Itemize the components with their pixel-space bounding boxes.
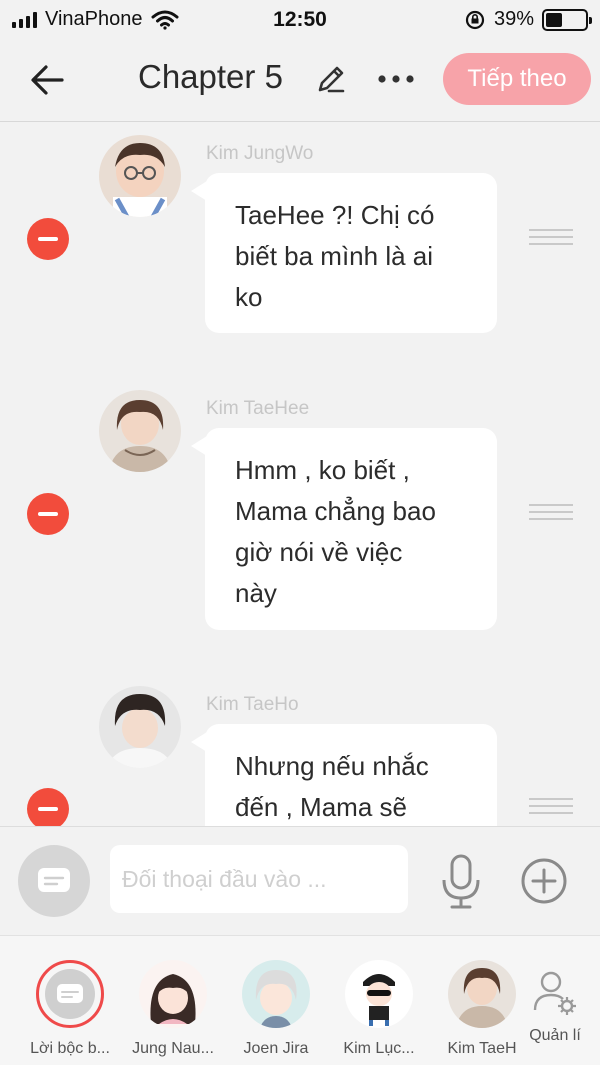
message-line: TaeHee ?! Chị có — [235, 200, 435, 230]
character-bar: Lời bộc b... Jung Nau... Joen Jira Kim L… — [0, 935, 600, 1065]
speaker-name: Kim TaeHee — [206, 398, 310, 419]
message-line: biết ba mình là ai — [235, 241, 434, 271]
chat-area[interactable]: Kim JungWo TaeHee ?! Chị có biết ba mình… — [0, 123, 600, 826]
character-item[interactable]: Kim TaeH — [432, 960, 532, 1058]
chat-bubble-icon — [38, 868, 70, 892]
message-line: đến , Mama sẽ — [235, 792, 407, 822]
message-line: Hmm , ko biết , — [235, 455, 410, 485]
character-label: Lời bộc b... — [30, 1040, 110, 1057]
manage-label: Quản lí — [529, 1027, 581, 1044]
delete-message-button[interactable] — [27, 493, 69, 535]
character-item[interactable]: Kim Lục... — [329, 960, 429, 1058]
message-line: ko — [235, 282, 263, 312]
character-narrator[interactable]: Lời bộc b... — [20, 960, 120, 1058]
avatar — [345, 960, 413, 1028]
back-button[interactable] — [26, 58, 70, 102]
pencil-icon — [318, 66, 345, 93]
message-line: Mama chẳng bao — [235, 496, 436, 526]
drag-handle[interactable] — [529, 504, 573, 520]
battery-percent: 39% — [493, 8, 534, 30]
plus-circle-icon — [521, 858, 567, 904]
microphone-button[interactable] — [440, 853, 482, 911]
avatar[interactable] — [99, 135, 181, 217]
character-item[interactable]: Joen Jira — [226, 960, 326, 1058]
avatar — [139, 960, 207, 1028]
character-label: Kim Lục... — [343, 1040, 415, 1057]
speaker-name: Kim JungWo — [206, 143, 314, 164]
chapter-title[interactable]: Chapter 5 — [138, 58, 283, 96]
dialogue-input[interactable] — [110, 845, 408, 913]
chapter-editor-screen: VinaPhone 12:50 39% Chapter 5 Tiếp theo … — [0, 0, 600, 1065]
drag-handle[interactable] — [529, 798, 573, 814]
status-right: 39% — [464, 8, 592, 31]
character-item[interactable]: Jung Nau... — [123, 960, 223, 1058]
input-bar — [0, 826, 600, 934]
character-label: Joen Jira — [243, 1040, 309, 1057]
edit-title-button[interactable] — [314, 62, 348, 96]
message-line: giờ nói về việc — [235, 537, 403, 567]
drag-handle[interactable] — [529, 229, 573, 245]
microphone-icon — [442, 854, 480, 909]
message-bubble[interactable]: Hmm , ko biết , Mama chẳng bao giờ nói v… — [191, 428, 497, 630]
message-bubble[interactable]: TaeHee ?! Chị có biết ba mình là ai ko — [191, 173, 497, 333]
delete-message-button[interactable] — [27, 218, 69, 260]
chat-bubble-icon — [57, 984, 83, 1003]
status-bar: VinaPhone 12:50 39% — [0, 0, 600, 40]
more-options-button[interactable] — [374, 62, 418, 96]
avatar — [448, 960, 516, 1028]
avatar — [242, 960, 310, 1028]
message-line: Nhưng nếu nhắc — [235, 751, 429, 781]
delete-message-button[interactable] — [27, 788, 69, 826]
manage-characters-button[interactable]: Quản lí — [520, 968, 590, 1045]
avatar[interactable] — [99, 390, 181, 472]
message-line: này — [235, 578, 277, 608]
battery-icon — [542, 8, 592, 31]
next-button[interactable]: Tiếp theo — [443, 53, 591, 105]
narration-mode-button[interactable] — [18, 845, 90, 917]
arrow-left-icon — [31, 65, 64, 95]
ellipsis-icon — [378, 75, 414, 83]
add-button[interactable] — [520, 857, 568, 905]
user-gear-icon — [533, 971, 576, 1015]
speaker-name: Kim TaeHo — [206, 694, 299, 715]
avatar — [36, 960, 104, 1028]
character-label: Kim TaeH — [447, 1040, 517, 1057]
character-label: Jung Nau... — [132, 1040, 214, 1057]
rotation-lock-icon — [465, 10, 485, 29]
nav-bar: Chapter 5 Tiếp theo — [0, 40, 600, 122]
avatar[interactable] — [99, 686, 181, 768]
message-bubble[interactable]: Nhưng nếu nhắc đến , Mama sẽ — [191, 724, 497, 826]
